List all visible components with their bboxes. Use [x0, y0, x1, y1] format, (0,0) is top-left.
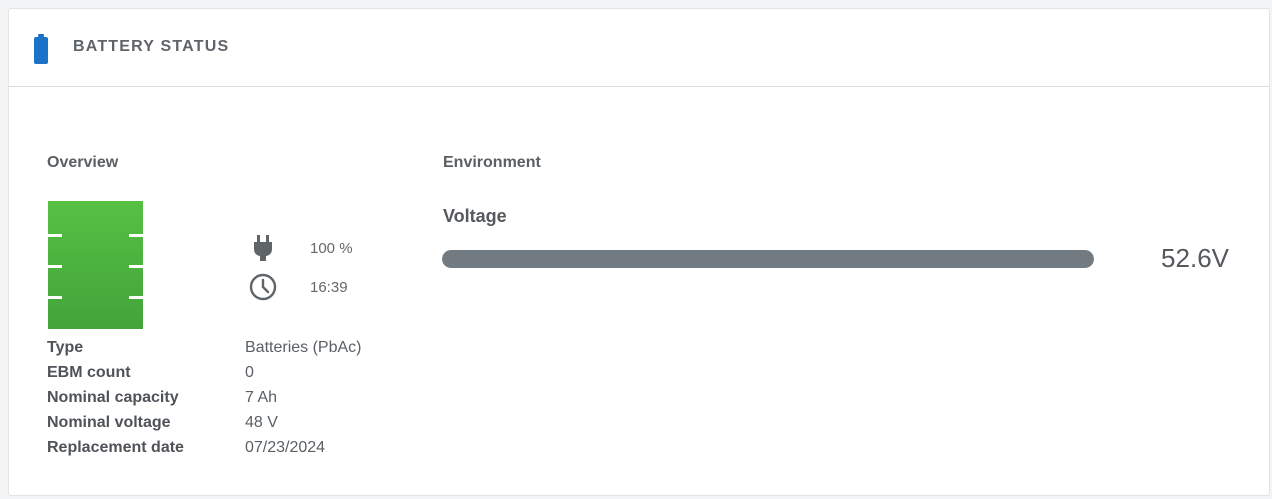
detail-value: 0: [245, 364, 254, 381]
detail-value: 07/23/2024: [245, 439, 326, 456]
card-header: BATTERY STATUS: [9, 9, 1269, 87]
voltage-progress-bar: [442, 250, 1094, 268]
detail-label: Replacement date: [47, 439, 184, 456]
runtime-value: 16:39: [310, 278, 348, 296]
charge-status: 100 %: [248, 233, 353, 263]
detail-label: Type: [47, 339, 84, 356]
detail-value: 7 Ah: [245, 389, 278, 406]
detail-label: Nominal voltage: [47, 414, 171, 431]
battery-status-card: BATTERY STATUS Overview Environment 100 …: [8, 8, 1270, 496]
voltage-progress-fill: [442, 250, 1094, 268]
plug-icon: [254, 235, 272, 261]
overview-title: Overview: [47, 154, 119, 171]
clock-icon: [249, 273, 277, 301]
detail-value: 48 V: [245, 414, 278, 431]
battery-icon: [34, 34, 48, 64]
battery-level-graphic: [48, 201, 143, 329]
detail-label: Nominal capacity: [47, 389, 179, 406]
charge-value: 100 %: [310, 239, 353, 257]
detail-label: EBM count: [47, 364, 131, 381]
detail-value: Batteries (PbAc): [245, 339, 362, 356]
runtime-status: 16:39: [248, 272, 348, 302]
voltage-label: Voltage: [443, 206, 507, 226]
voltage-value: 52.6V: [1161, 243, 1229, 273]
card-title: BATTERY STATUS: [73, 38, 230, 55]
environment-title: Environment: [443, 154, 541, 171]
